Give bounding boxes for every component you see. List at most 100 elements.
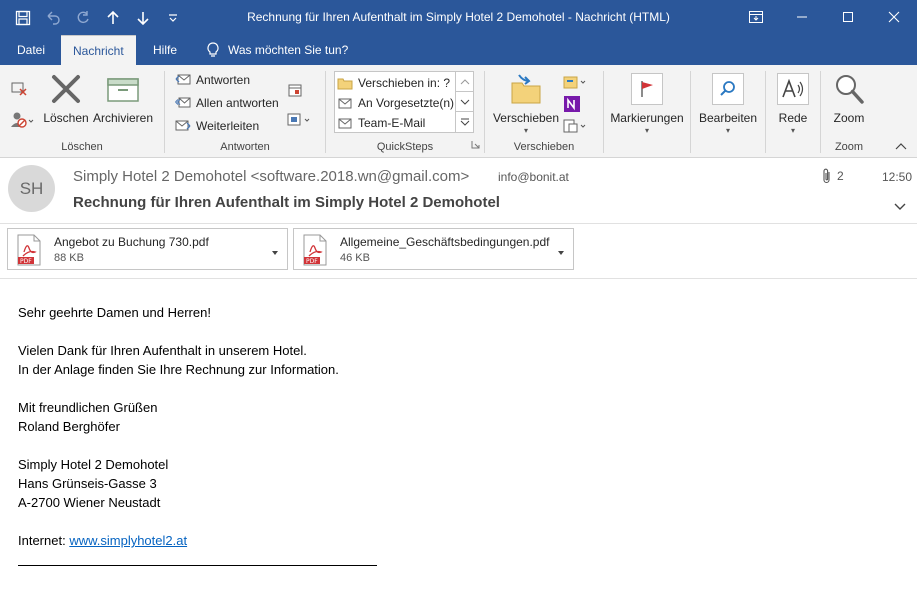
body-line: Vielen Dank für Ihren Aufenthalt in unse… [18, 343, 307, 358]
tab-message[interactable]: Nachricht [61, 35, 136, 65]
meeting-icon [288, 84, 302, 97]
editing-group: Bearbeiten ▾ [691, 69, 765, 155]
chevron-down-icon[interactable] [456, 92, 473, 112]
move-button[interactable]: Verschieben ▾ [491, 71, 561, 135]
save-icon[interactable] [10, 6, 36, 30]
reply-button[interactable]: Antworten [175, 69, 250, 91]
body-line: In der Anlage finden Sie Ihre Rechnung z… [18, 362, 339, 377]
paperclip-icon [823, 168, 830, 184]
ribbon-display-options-icon[interactable] [733, 0, 779, 34]
tags-label: Markierungen [610, 111, 684, 125]
editing-label: Bearbeiten [698, 111, 758, 125]
quicksteps-scroll [455, 72, 473, 132]
onenote-button[interactable] [563, 93, 581, 115]
attachment-item[interactable]: PDF Angebot zu Buchung 730.pdf 88 KB [7, 228, 288, 270]
ignore-icon [11, 82, 27, 96]
quickstep-label: Verschieben in: ? [358, 75, 451, 90]
collapse-ribbon-icon[interactable] [895, 139, 907, 153]
svg-text:PDF: PDF [20, 258, 32, 265]
ignore-button[interactable] [10, 77, 28, 99]
expand-gallery-icon[interactable] [456, 112, 473, 132]
tags-button[interactable]: Markierungen ▾ [608, 71, 686, 135]
attachment-name: Allgemeine_Geschäftsbedingungen.pdf [340, 235, 550, 249]
delete-icon [52, 75, 80, 103]
attachment-count-value: 2 [837, 169, 844, 183]
zoom-group: Zoom Zoom [821, 69, 877, 155]
delete-group-label: Löschen [61, 141, 103, 153]
recipient[interactable]: info@bonit.at [498, 170, 569, 184]
message-subject: Rechnung für Ihren Aufenthalt im Simply … [73, 194, 500, 211]
attachment-dropdown-icon[interactable] [557, 245, 565, 259]
arrow-down-icon[interactable] [130, 6, 156, 30]
chevron-up-icon[interactable] [456, 72, 473, 92]
lightbulb-icon [207, 42, 219, 57]
internet-line: Internet: www.simplyhotel2.at [18, 531, 339, 550]
website-link[interactable]: www.simplyhotel2.at [69, 533, 187, 548]
quickstep-item[interactable]: Verschieben in: ? [337, 73, 450, 92]
zoom-button[interactable]: Zoom [827, 71, 871, 125]
avatar[interactable]: SH [8, 165, 55, 212]
speech-button[interactable]: Rede ▾ [772, 71, 814, 135]
undo-icon[interactable] [40, 6, 66, 30]
expand-header-icon[interactable] [894, 200, 906, 214]
dialog-launcher-icon[interactable] [471, 138, 480, 152]
move-folder-icon [337, 78, 353, 89]
archive-button[interactable]: Archivieren [92, 71, 154, 125]
junk-button[interactable] [10, 109, 36, 131]
zoom-icon [836, 75, 864, 104]
company-street: Hans Grünseis-Gasse 3 [18, 476, 157, 491]
closing: Mit freundlichen Grüßen [18, 400, 158, 415]
reply-icon [175, 74, 191, 85]
search-icon [720, 81, 735, 96]
delete-button[interactable]: Löschen [40, 71, 92, 125]
greeting: Sehr geehrte Damen und Herren! [18, 305, 211, 320]
received-time: 12:50 [882, 170, 913, 184]
tags-group: Markierungen ▾ [604, 69, 690, 155]
more-respond-icon [287, 113, 310, 126]
tab-file[interactable]: Datei [5, 35, 57, 65]
attachment-size: 46 KB [340, 252, 370, 264]
customize-qat-icon[interactable] [160, 6, 186, 30]
flag-icon [641, 81, 653, 97]
archive-icon [107, 78, 139, 102]
actions-button[interactable] [563, 115, 591, 137]
arrow-up-icon[interactable] [100, 6, 126, 30]
speech-label: Rede [778, 111, 808, 125]
quickstep-label: Team-E-Mail [358, 115, 426, 130]
rules-button[interactable] [563, 71, 591, 93]
attachment-dropdown-icon[interactable] [271, 245, 279, 259]
quickstep-item[interactable]: Team-E-Mail [337, 113, 425, 132]
to-manager-icon [338, 98, 352, 108]
more-respond-button[interactable] [287, 109, 315, 131]
attachment-count: 2 [822, 168, 844, 184]
pdf-icon: PDF [301, 234, 329, 269]
zoom-group-label: Zoom [834, 141, 864, 153]
tell-me-box[interactable]: Was möchten Sie tun? [206, 35, 348, 65]
editing-button[interactable]: Bearbeiten ▾ [695, 71, 761, 135]
svg-text:PDF: PDF [306, 258, 318, 265]
signature-divider [18, 565, 377, 566]
speech-group: Rede ▾ [766, 69, 820, 155]
maximize-icon[interactable] [825, 0, 871, 34]
quick-access-toolbar [10, 6, 186, 30]
attachment-size: 88 KB [54, 252, 84, 264]
internet-label: Internet: [18, 533, 70, 548]
meeting-reply-button[interactable] [287, 79, 303, 101]
message-header: SH Simply Hotel 2 Demohotel <software.20… [0, 158, 917, 224]
quickstep-item[interactable]: An Vorgesetzte(n) [337, 93, 454, 112]
move-group-label: Verschieben [513, 141, 575, 153]
reply-all-button[interactable]: Allen antworten [175, 92, 279, 114]
tab-help[interactable]: Hilfe [141, 35, 189, 65]
close-icon[interactable] [871, 0, 917, 34]
forward-icon [175, 120, 191, 131]
archive-label: Archivieren [92, 111, 154, 125]
tell-me-label: Was möchten Sie tun? [228, 43, 349, 57]
redo-icon[interactable] [70, 6, 96, 30]
attachment-item[interactable]: PDF Allgemeine_Geschäftsbedingungen.pdf … [293, 228, 574, 270]
move-group: Verschieben ▾ Verschieben [485, 69, 603, 155]
minimize-icon[interactable] [779, 0, 825, 34]
forward-button[interactable]: Weiterleiten [175, 115, 259, 137]
sender[interactable]: Simply Hotel 2 Demohotel <software.2018.… [73, 168, 469, 185]
read-aloud-icon [782, 79, 804, 98]
reply-label: Antworten [196, 73, 251, 87]
